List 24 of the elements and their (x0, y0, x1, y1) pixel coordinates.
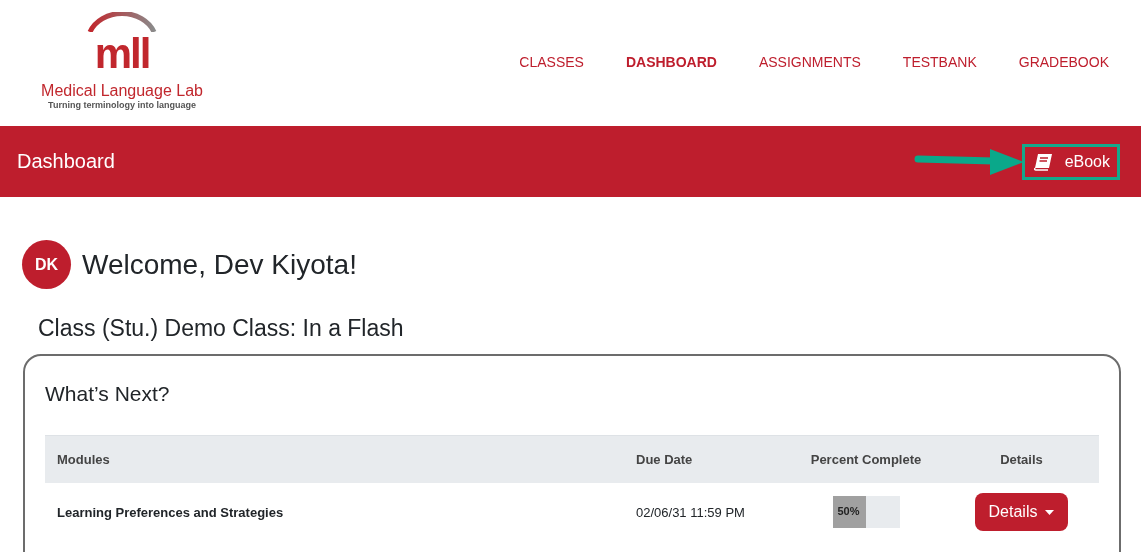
progress-label: 50% (837, 505, 860, 517)
page-title: Dashboard (17, 150, 116, 173)
class-title: Class (Stu.) Demo Class: In a Flash (38, 315, 405, 342)
ebook-button[interactable]: eBook (1021, 143, 1120, 180)
module-cell-text: Learning Preferences and Strategies (56, 504, 285, 520)
book-icon (1032, 152, 1053, 171)
nav-link[interactable]: GRADEBOOK (1018, 54, 1109, 70)
caret-icon (1045, 509, 1055, 515)
user-avatar: DK (22, 240, 71, 289)
card-title: What’s Next? (45, 382, 171, 406)
column-header: Modules (56, 452, 111, 467)
nav-link[interactable]: DASHBOARD (625, 54, 717, 70)
column-header: Percent Complete (809, 452, 923, 467)
logo-mark: mll (94, 34, 150, 74)
details-button[interactable]: Details (974, 493, 1069, 531)
column-header: Due Date (636, 452, 694, 467)
welcome-heading: Welcome, Dev Kiyota! (82, 248, 357, 281)
column-header: Details (999, 452, 1044, 467)
logo-name: Medical Language Lab (41, 82, 203, 100)
nav-link[interactable]: CLASSES (519, 54, 584, 70)
due-date-cell-text: 02/06/31 11:59 PM (636, 504, 746, 520)
nav-link[interactable]: ASSIGNMENTS (758, 54, 861, 70)
logo-tagline: Turning terminology into language (48, 100, 196, 110)
nav-link[interactable]: TESTBANK (902, 54, 977, 70)
